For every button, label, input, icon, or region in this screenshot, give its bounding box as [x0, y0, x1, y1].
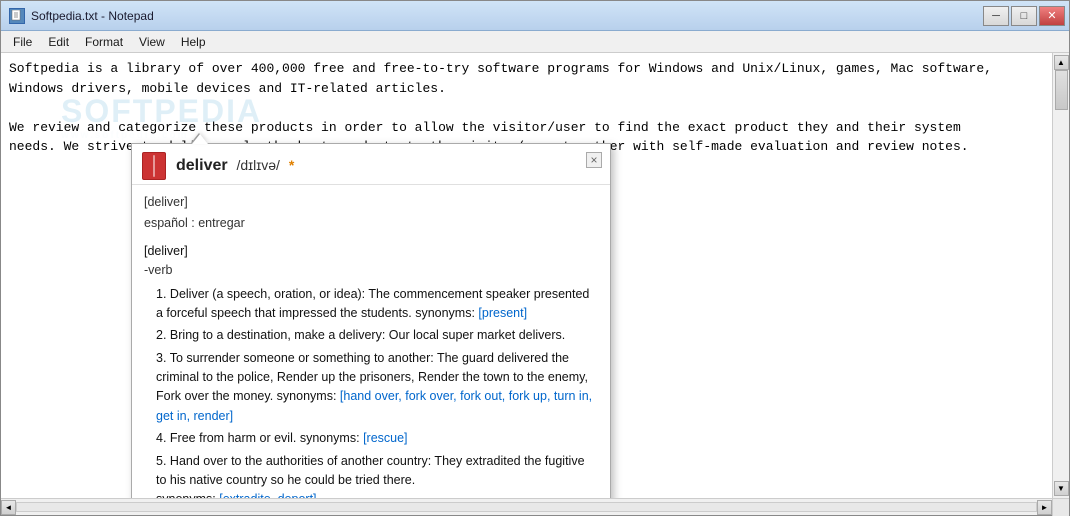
- maximize-button[interactable]: □: [1011, 6, 1037, 26]
- def-syn-value-4: [rescue]: [363, 431, 407, 445]
- dict-spanish: español : entregar: [144, 214, 598, 233]
- def-text-5: Hand over to the authorities of another …: [156, 454, 585, 487]
- menu-file[interactable]: File: [5, 33, 40, 51]
- dict-header: deliver /dɪlɪvə/ * ×: [132, 144, 610, 185]
- scroll-track: [1053, 70, 1069, 481]
- def-num-4: 4.: [156, 431, 166, 445]
- dict-spanish-label: español: [144, 216, 188, 230]
- window-title: Softpedia.txt - Notepad: [31, 9, 154, 23]
- scroll-down-arrow[interactable]: ▼: [1054, 481, 1069, 496]
- vertical-scrollbar[interactable]: ▲ ▼: [1052, 53, 1069, 498]
- horizontal-scrollbar[interactable]: ◄ ►: [1, 499, 1052, 515]
- def-syn-value-5: [extradite, deport]: [219, 492, 316, 498]
- bottom-bar: ◄ ►: [1, 498, 1069, 515]
- def-syn-label-3: synonyms:: [277, 389, 337, 403]
- editor-container: SOFTPEDIA www.softpedia.com Softpedia is…: [1, 53, 1069, 498]
- def-num-5: 5.: [156, 454, 166, 468]
- hscroll-track[interactable]: [16, 502, 1037, 512]
- dict-word: deliver: [176, 157, 228, 174]
- minimize-button[interactable]: ─: [983, 6, 1009, 26]
- titlebar-buttons: ─ □ ✕: [983, 6, 1065, 26]
- dictionary-icon: [142, 152, 166, 180]
- menu-edit[interactable]: Edit: [40, 33, 77, 51]
- titlebar: Softpedia.txt - Notepad ─ □ ✕: [1, 1, 1069, 31]
- def-text-4: Free from harm or evil.: [170, 431, 296, 445]
- scrollbar-corner: [1052, 499, 1069, 516]
- dict-pos: -verb: [144, 261, 598, 280]
- titlebar-left: Softpedia.txt - Notepad: [9, 8, 154, 24]
- popup-pointer: [192, 134, 208, 144]
- def-num-3: 3.: [156, 351, 166, 365]
- dict-spanish-value: entregar: [198, 216, 245, 230]
- menu-help[interactable]: Help: [173, 33, 214, 51]
- dict-star: *: [289, 157, 294, 173]
- menu-view[interactable]: View: [131, 33, 173, 51]
- close-button[interactable]: ✕: [1039, 6, 1065, 26]
- def-num-2: 2.: [156, 328, 166, 342]
- def-syn-label-4: synonyms:: [300, 431, 360, 445]
- dict-word-ref: [deliver]: [144, 193, 598, 212]
- dict-def-5: 5. Hand over to the authorities of anoth…: [156, 452, 598, 499]
- def-syn-value-1: [present]: [478, 306, 527, 320]
- app-icon: [9, 8, 25, 24]
- def-num-1: 1.: [156, 287, 166, 301]
- def-syn-label-5: synonyms:: [156, 492, 216, 498]
- scroll-up-arrow[interactable]: ▲: [1054, 55, 1069, 70]
- dict-phonetic: /dɪlɪvə/: [236, 157, 279, 173]
- def-syn-label-1: synonyms:: [415, 306, 475, 320]
- scroll-right-arrow[interactable]: ►: [1037, 500, 1052, 515]
- dict-title: deliver /dɪlɪvə/ *: [176, 157, 294, 175]
- dict-def-3: 3. To surrender someone or something to …: [156, 349, 598, 427]
- def-text-2: Bring to a destination, make a delivery:…: [170, 328, 565, 342]
- dict-def-1: 1. Deliver (a speech, oration, or idea):…: [156, 285, 598, 324]
- scroll-left-arrow[interactable]: ◄: [1, 500, 16, 515]
- dict-section-word: [deliver]: [144, 242, 598, 261]
- scroll-thumb[interactable]: [1055, 70, 1068, 110]
- dictionary-popup: deliver /dɪlɪvə/ * × [deliver] español :…: [131, 143, 611, 498]
- menu-format[interactable]: Format: [77, 33, 131, 51]
- dict-section-ref: [deliver] -verb: [144, 242, 598, 281]
- main-window: Softpedia.txt - Notepad ─ □ ✕ File Edit …: [0, 0, 1070, 516]
- dict-def-4: 4. Free from harm or evil. synonyms: [re…: [156, 429, 598, 448]
- dict-def-2: 2. Bring to a destination, make a delive…: [156, 326, 598, 345]
- dict-close-button[interactable]: ×: [586, 152, 602, 168]
- dict-body: [deliver] español : entregar [deliver] -…: [132, 185, 610, 498]
- menubar: File Edit Format View Help: [1, 31, 1069, 53]
